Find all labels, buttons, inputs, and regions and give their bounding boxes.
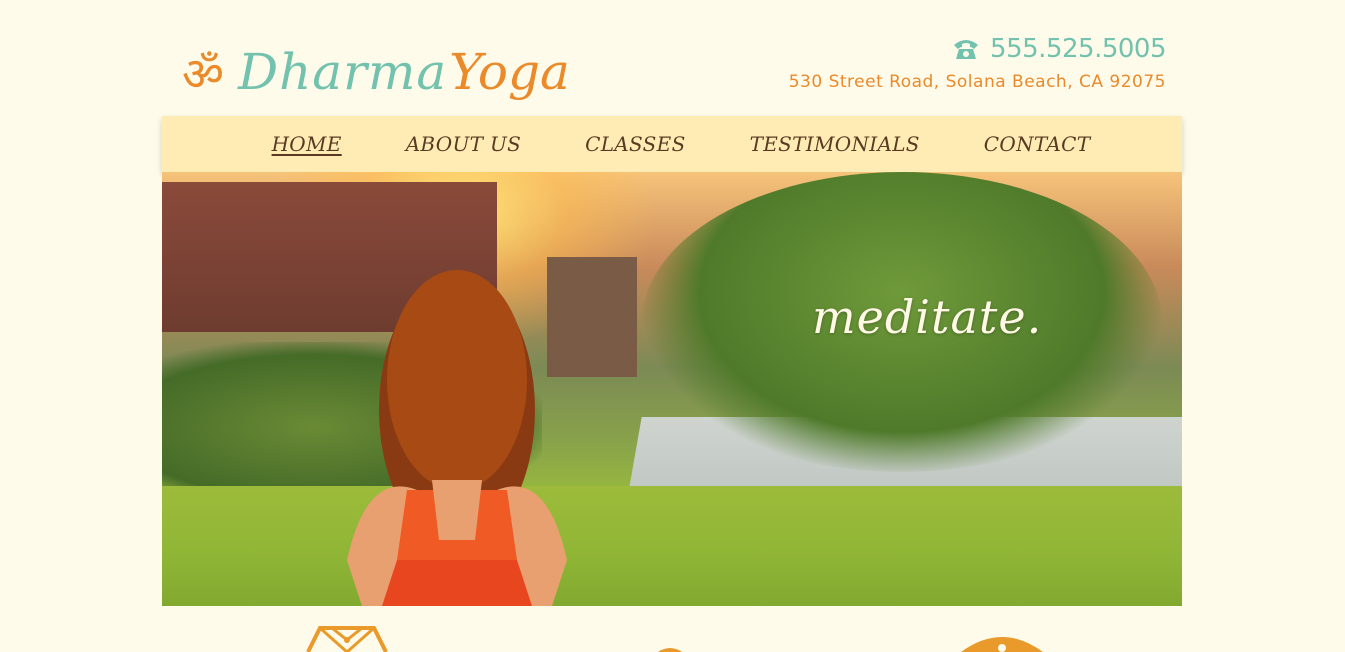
- om-icon: ॐ: [180, 42, 236, 102]
- nav-item-home[interactable]: HOME: [240, 132, 374, 156]
- geometric-lotus-icon: [302, 618, 392, 652]
- meditating-woman-figure: [347, 270, 567, 606]
- nav-item-testimonials[interactable]: TESTIMONIALS: [718, 132, 952, 156]
- phone-number[interactable]: 555.525.5005: [990, 34, 1166, 64]
- site-header: ॐ Dharma Yoga 555.525.5005 530 Street Ro…: [162, 30, 1182, 116]
- main-nav: HOME ABOUT US CLASSES TESTIMONIALS CONTA…: [162, 116, 1182, 172]
- circle-icon: [650, 642, 690, 652]
- nav-item-about-us[interactable]: ABOUT US: [374, 132, 553, 156]
- nav-item-contact[interactable]: CONTACT: [952, 132, 1123, 156]
- nav-item-classes[interactable]: CLASSES: [553, 132, 717, 156]
- address: 530 Street Road, Solana Beach, CA 92075: [788, 72, 1166, 92]
- contact-block: 555.525.5005 530 Street Road, Solana Bea…: [788, 34, 1167, 92]
- hero-image: meditate.: [162, 172, 1182, 606]
- mandala-icon: [957, 632, 1047, 652]
- svg-text:ॐ: ॐ: [182, 47, 224, 101]
- hero-overlay-text: meditate.: [812, 290, 1043, 344]
- nav-list: HOME ABOUT US CLASSES TESTIMONIALS CONTA…: [222, 132, 1123, 156]
- feature-icons-row: [162, 618, 1182, 652]
- site-logo[interactable]: ॐ Dharma Yoga: [180, 38, 570, 106]
- logo-yoga-text: Yoga: [449, 43, 570, 101]
- logo-dharma-text: Dharma: [238, 43, 448, 101]
- phone-row: 555.525.5005: [789, 34, 1166, 64]
- telephone-icon: [952, 35, 980, 63]
